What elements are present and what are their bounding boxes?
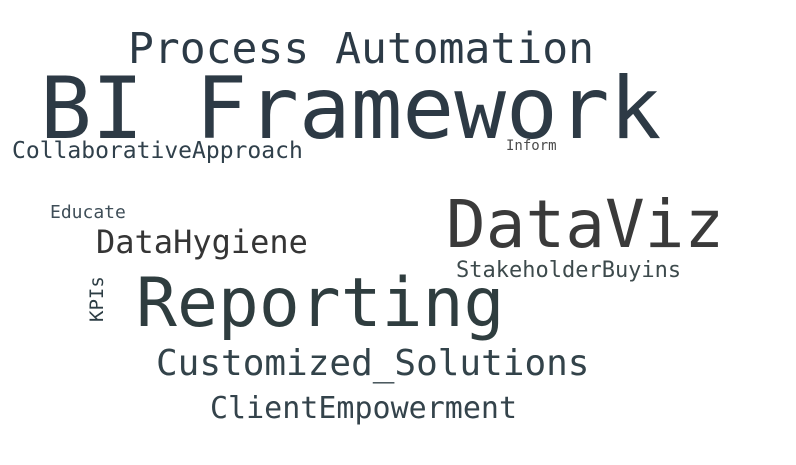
word-client-empowerment: ClientEmpowerment: [210, 391, 518, 426]
word-dataviz: DataViz: [446, 186, 725, 263]
word-cloud: Process Automation BI Framework Collabor…: [0, 0, 796, 465]
word-reporting: Reporting: [136, 264, 505, 343]
word-inform: Inform: [506, 138, 557, 154]
word-collaborative-approach: CollaborativeApproach: [12, 138, 303, 164]
word-educate: Educate: [50, 202, 126, 223]
word-kpis: KPIs: [86, 276, 108, 322]
word-data-hygiene: DataHygiene: [96, 223, 308, 261]
word-customized-solutions: Customized_Solutions: [156, 343, 590, 384]
